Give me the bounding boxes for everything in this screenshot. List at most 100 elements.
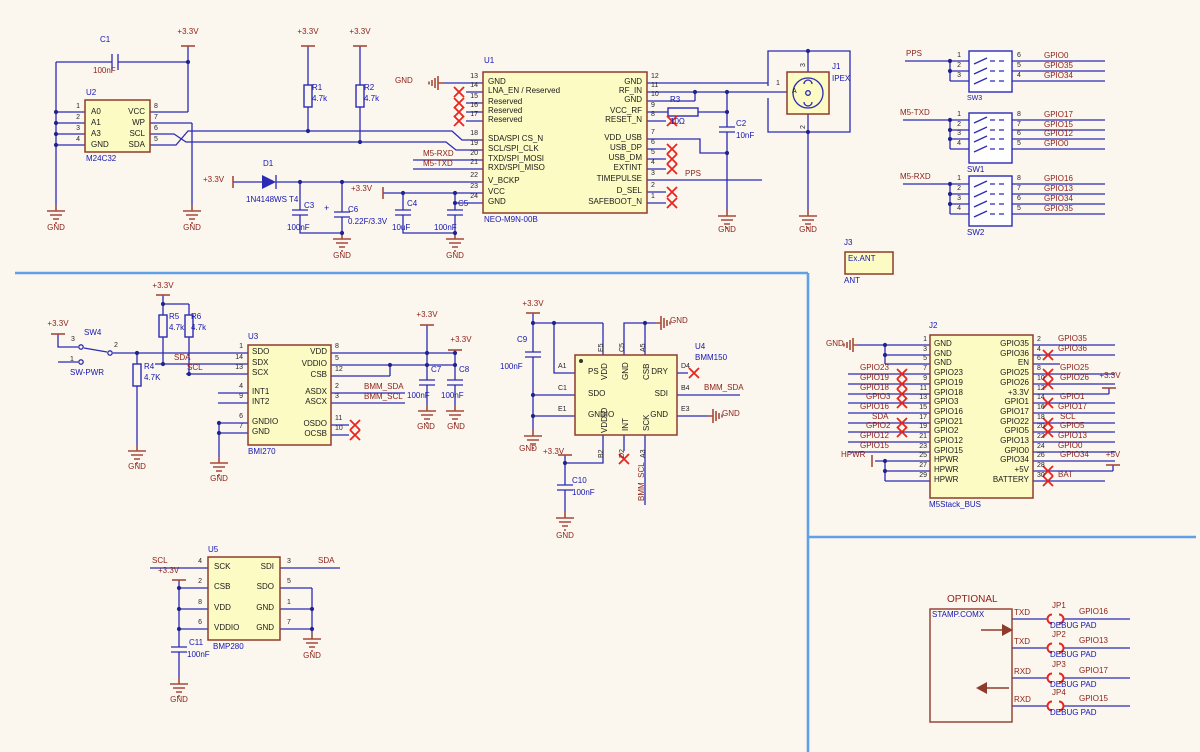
label-gpio13: GPIO13 xyxy=(1058,432,1087,440)
label-gpio34: GPIO34 xyxy=(1044,195,1073,203)
label-txd: TXD xyxy=(1014,609,1030,617)
label-+3-3v: +3.3V xyxy=(351,185,372,193)
label-a3: A3 xyxy=(640,449,647,458)
label-1: 1 xyxy=(957,111,961,118)
label-+3-3v: +3.3V xyxy=(152,282,173,290)
label-3: 3 xyxy=(287,558,291,565)
label-3: 3 xyxy=(651,170,655,177)
label-sck: SCK xyxy=(643,415,651,431)
label-100nf: 100nF xyxy=(434,224,457,232)
label-rf-in: RF_IN xyxy=(619,87,642,95)
label-4: 4 xyxy=(198,558,202,565)
label-gnd: GND xyxy=(210,475,228,483)
label-sdo: SDO xyxy=(588,390,605,398)
label-gnd: GND xyxy=(556,532,574,540)
label-+3-3v: +3.3V xyxy=(47,320,68,328)
label-22: 22 xyxy=(470,172,478,179)
label-j3: J3 xyxy=(844,239,852,247)
label-gpio35: GPIO35 xyxy=(1000,340,1029,348)
label-m5-txd: M5-TXD xyxy=(900,109,930,117)
label-4: 4 xyxy=(1017,72,1021,79)
label-5: 5 xyxy=(651,149,655,156)
label-25: 25 xyxy=(919,452,927,459)
label-gpio16: GPIO16 xyxy=(934,408,963,416)
label-19: 19 xyxy=(919,423,927,430)
label-1: 1 xyxy=(776,80,780,87)
label-1: 1 xyxy=(957,175,961,182)
label-+3-3v: +3.3V xyxy=(297,28,318,36)
label-c8: C8 xyxy=(459,366,469,374)
label-sda: SDA xyxy=(318,557,334,565)
label-7: 7 xyxy=(239,423,243,430)
label-sdo: SDO xyxy=(252,348,269,356)
label-8: 8 xyxy=(1037,365,1041,372)
label-vddio: VDDIO xyxy=(302,360,327,368)
label-+3-3v: +3.3V xyxy=(203,176,224,184)
label-100nf: 100nF xyxy=(287,224,310,232)
label-2: 2 xyxy=(957,185,961,192)
label-d2: D2 xyxy=(619,449,626,458)
label-gnd: GND xyxy=(417,423,435,431)
label-r6: R6 xyxy=(191,313,201,321)
label-3: 3 xyxy=(957,130,961,137)
label-3: 3 xyxy=(76,125,80,132)
label-c3: C3 xyxy=(304,202,314,210)
label-csb: CSB xyxy=(643,364,651,380)
label-1: 1 xyxy=(957,52,961,59)
label-battery: BATTERY xyxy=(993,476,1029,484)
label-c1: C1 xyxy=(558,385,567,392)
label-10nf: 10nF xyxy=(736,132,754,140)
label-14: 14 xyxy=(235,354,243,361)
label-5: 5 xyxy=(923,355,927,362)
label-7: 7 xyxy=(1017,121,1021,128)
label-100nf: 100nF xyxy=(93,67,116,75)
label-24: 24 xyxy=(1037,443,1045,450)
label-jp4: JP4 xyxy=(1052,689,1066,697)
label-3: 3 xyxy=(335,393,339,400)
label-2: 2 xyxy=(335,383,339,390)
label-gnd: GND xyxy=(395,77,413,85)
label-100nf: 100nF xyxy=(187,651,210,659)
label-u1: U1 xyxy=(484,57,494,65)
label-21: 21 xyxy=(470,159,478,166)
label-9: 9 xyxy=(239,393,243,400)
label-usb-dp: USB_DP xyxy=(610,144,642,152)
label-reserved: Reserved xyxy=(488,98,522,106)
label-3: 3 xyxy=(957,72,961,79)
label-bmi270: BMI270 xyxy=(248,448,276,456)
label-26: 26 xyxy=(1037,452,1045,459)
label-5: 5 xyxy=(1017,205,1021,212)
label-sdi: SDI xyxy=(655,390,668,398)
label-gpio13: GPIO13 xyxy=(1000,437,1029,445)
label-+3-3v: +3.3V xyxy=(1008,389,1029,397)
label-8: 8 xyxy=(154,103,158,110)
label-gpio23: GPIO23 xyxy=(934,369,963,377)
label-gpio0: GPIO0 xyxy=(1058,442,1082,450)
label-sda-spi-cs-n: SDA/SPI CS_N xyxy=(488,135,543,143)
label-sda: SDA xyxy=(129,141,145,149)
labels-layer: C1100nF+3.3VU2M24C32A0A1A3GNDVCCWPSCLSDA… xyxy=(0,0,1200,752)
label-2: 2 xyxy=(957,121,961,128)
label-gnd: GND xyxy=(303,652,321,660)
label-sda: SDA xyxy=(174,354,190,362)
label-r3: R3 xyxy=(670,96,680,104)
label-13: 13 xyxy=(235,364,243,371)
label-ant: ANT xyxy=(844,277,860,285)
label-gnd: GND xyxy=(170,696,188,704)
label-gpio25: GPIO25 xyxy=(1060,364,1089,372)
label-4-7k: 4.7k xyxy=(312,95,327,103)
label-gnd: GND xyxy=(624,78,642,86)
label-14: 14 xyxy=(1037,394,1045,401)
label-7: 7 xyxy=(651,129,655,136)
label-gnd: GND xyxy=(252,428,270,436)
label-u4: U4 xyxy=(695,343,705,351)
label-100nf: 100nF xyxy=(500,363,523,371)
label-gpio5: GPIO5 xyxy=(1060,422,1084,430)
label-1: 1 xyxy=(923,336,927,343)
label-a5: A5 xyxy=(640,343,647,352)
label-gpio13: GPIO13 xyxy=(1079,637,1108,645)
label-4: 4 xyxy=(239,383,243,390)
label-bmm-scl: BMM_SCL xyxy=(638,462,646,501)
label-ps: PS xyxy=(588,368,599,376)
label-vdd-usb: VDD_USB xyxy=(604,134,642,142)
